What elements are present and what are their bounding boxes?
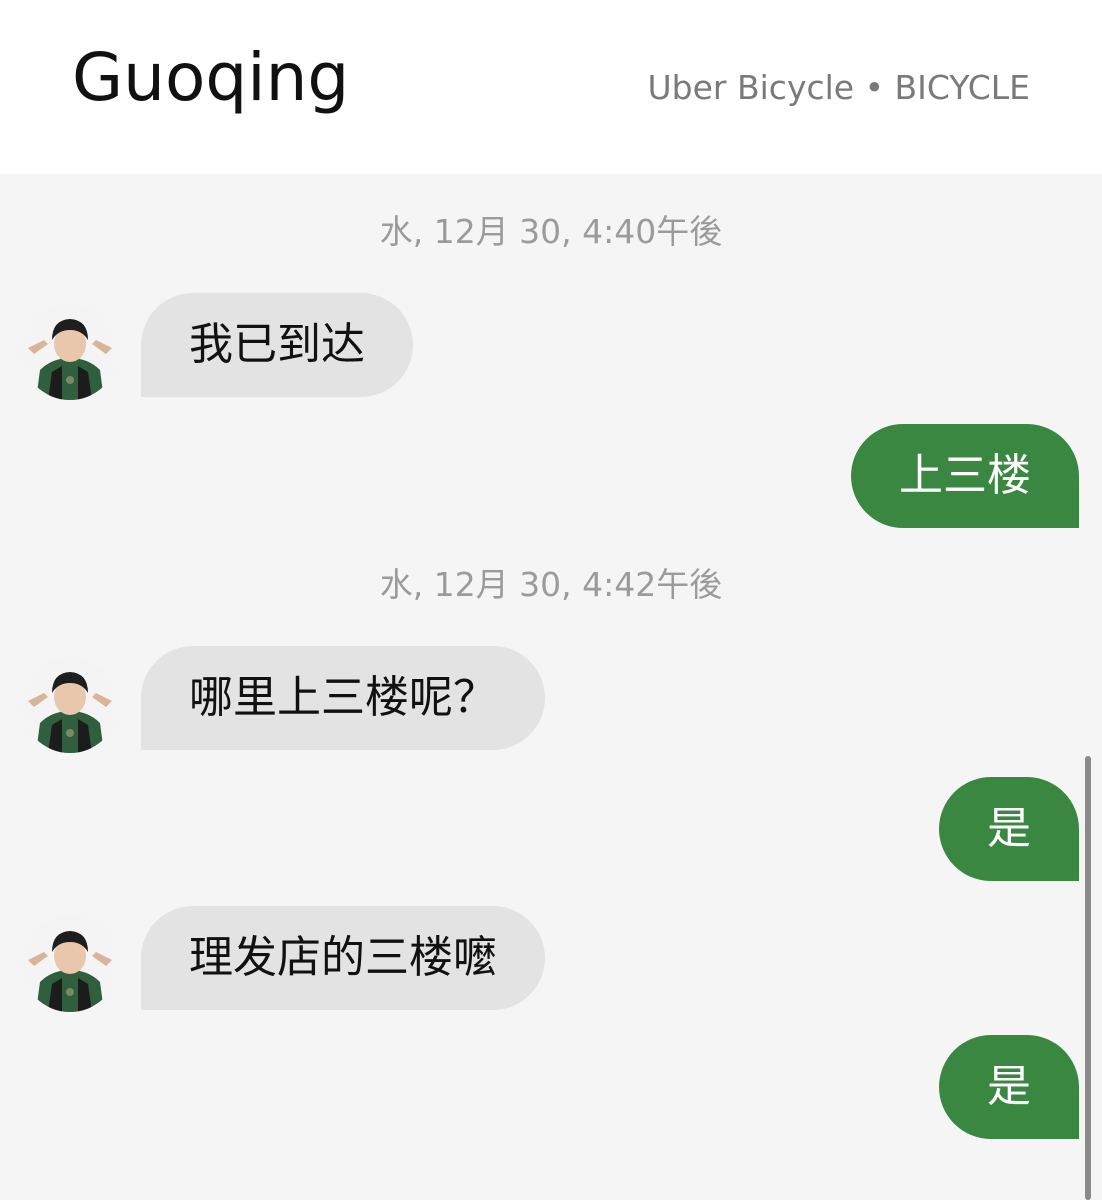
driver-avatar [22, 304, 118, 400]
incoming-message[interactable]: 我已到达 [141, 293, 413, 397]
timestamp: 水, 12月 30, 4:40午後 [379, 212, 723, 251]
outgoing-message[interactable]: 上三楼 [851, 424, 1079, 528]
contact-name: Guoqing [72, 39, 350, 116]
incoming-message[interactable]: 理发店的三楼嚒 [141, 906, 545, 1010]
message-text: 是 [987, 1061, 1031, 1112]
vehicle-info: Uber Bicycle • BICYCLE [647, 68, 1030, 107]
message-text: 我已到达 [189, 319, 365, 370]
incoming-message[interactable]: 哪里上三楼呢？ [141, 646, 545, 750]
timestamp: 水, 12月 30, 4:42午後 [379, 565, 723, 604]
avatar-icon [22, 916, 118, 1012]
message-text: 哪里上三楼呢？ [189, 672, 497, 723]
message-text: 是 [987, 803, 1031, 854]
chat-header: Guoqing Uber Bicycle • BICYCLE [0, 0, 1102, 174]
outgoing-message[interactable]: 是 [939, 1035, 1079, 1139]
driver-avatar [22, 916, 118, 1012]
message-text: 理发店的三楼嚒 [189, 932, 497, 983]
driver-avatar [22, 657, 118, 753]
message-list[interactable]: 水, 12月 30, 4:40午後 我已到达 上三楼 水, 12月 30, 4:… [0, 174, 1102, 1200]
outgoing-message[interactable]: 是 [939, 777, 1079, 881]
avatar-icon [22, 657, 118, 753]
avatar-icon [22, 304, 118, 400]
message-text: 上三楼 [899, 450, 1031, 501]
scrollbar[interactable] [1085, 756, 1091, 1200]
